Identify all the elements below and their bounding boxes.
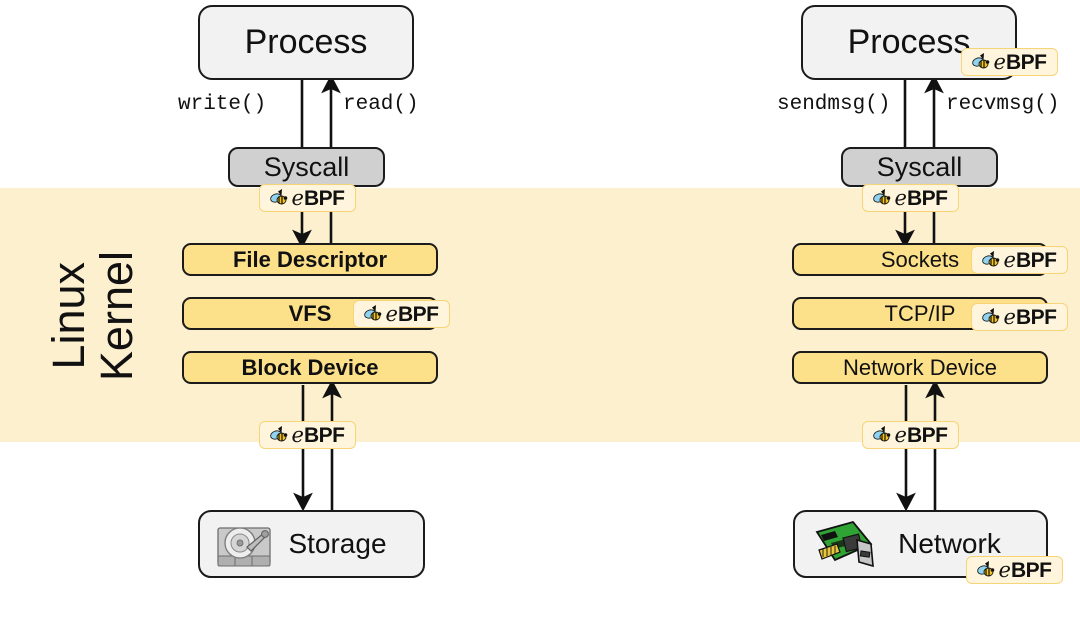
bee-icon (363, 305, 381, 321)
ebpf-badge-process-network[interactable]: e BPF (961, 48, 1058, 76)
kernel-box-block-device[interactable]: Block Device (182, 351, 438, 384)
bee-icon (872, 189, 890, 205)
bee-icon (981, 308, 999, 324)
diagram-canvas: Linux Kernel Process write() read() Sysc… (0, 0, 1080, 621)
ebpf-wordmark: e BPF (993, 49, 1047, 74)
ebpf-e: e (894, 422, 907, 447)
device-label: Storage (288, 528, 387, 559)
call-label-recvmsg: recvmsg() (946, 93, 1060, 116)
ebpf-bpf: BPF (1005, 50, 1047, 74)
ebpf-badge-tcp-ip[interactable]: e BPF (971, 303, 1068, 331)
ebpf-wordmark: e BPF (291, 185, 345, 210)
ebpf-e: e (1003, 247, 1016, 272)
ebpf-wordmark: e BPF (894, 422, 948, 447)
syscall-label: Syscall (876, 151, 963, 182)
ebpf-badge-sockets[interactable]: e BPF (971, 246, 1068, 274)
kernel-label-line-1: Linux (43, 262, 95, 370)
syscall-label: Syscall (263, 151, 350, 182)
ebpf-bpf: BPF (303, 423, 345, 447)
bee-icon (872, 426, 890, 442)
ebpf-badge-syscall-network[interactable]: e BPF (862, 184, 959, 212)
bee-icon (269, 426, 287, 442)
ebpf-bpf: BPF (906, 423, 948, 447)
bee-icon (269, 189, 287, 205)
ebpf-badge-vfs[interactable]: e BPF (353, 300, 450, 328)
kernel-label-line-2: Kernel (91, 250, 142, 382)
ebpf-wordmark: e BPF (998, 557, 1052, 582)
bee-icon (971, 53, 989, 69)
ebpf-wordmark: e BPF (1003, 247, 1057, 272)
process-label: Process (244, 23, 368, 61)
bee-icon (976, 561, 994, 577)
ebpf-wordmark: e BPF (291, 422, 345, 447)
call-label-read: read() (343, 93, 419, 116)
ebpf-e: e (291, 185, 304, 210)
ebpf-bpf: BPF (1015, 305, 1057, 329)
ebpf-bpf: BPF (397, 302, 439, 326)
call-label-sendmsg: sendmsg() (777, 93, 891, 116)
ebpf-bpf: BPF (1015, 248, 1057, 272)
ebpf-badge-syscall-storage[interactable]: e BPF (259, 184, 356, 212)
ebpf-e: e (894, 185, 907, 210)
ebpf-wordmark: e BPF (385, 301, 439, 326)
kernel-box-file-descriptor[interactable]: File Descriptor (182, 243, 438, 276)
process-label: Process (847, 23, 971, 61)
ebpf-e: e (291, 422, 304, 447)
network-card-icon (815, 520, 874, 568)
ebpf-e: e (998, 557, 1011, 582)
kernel-box-label: TCP/IP (884, 300, 956, 326)
ebpf-bpf: BPF (303, 186, 345, 210)
ebpf-e: e (993, 49, 1006, 74)
kernel-box-label: Block Device (241, 354, 379, 380)
syscall-box-storage[interactable]: Syscall (228, 147, 385, 187)
ebpf-bpf: BPF (906, 186, 948, 210)
ebpf-badge-block-to-storage[interactable]: e BPF (259, 421, 356, 449)
ebpf-wordmark: e BPF (894, 185, 948, 210)
hard-disk-icon (217, 527, 271, 567)
linux-kernel-label: Linux Kernel (18, 206, 168, 426)
ebpf-e: e (1003, 304, 1016, 329)
kernel-box-label: File Descriptor (232, 246, 388, 272)
ebpf-badge-network[interactable]: e BPF (966, 556, 1063, 584)
ebpf-bpf: BPF (1010, 558, 1052, 582)
kernel-box-label: VFS (288, 300, 332, 326)
kernel-box-label: Sockets (880, 246, 960, 272)
ebpf-e: e (385, 301, 398, 326)
call-label-write: write() (178, 93, 267, 116)
ebpf-wordmark: e BPF (1003, 304, 1057, 329)
kernel-box-network-device[interactable]: Network Device (792, 351, 1048, 384)
process-box-storage[interactable]: Process (198, 5, 414, 80)
kernel-box-label: Network Device (842, 354, 998, 380)
syscall-box-network[interactable]: Syscall (841, 147, 998, 187)
ebpf-badge-netdev-to-network[interactable]: e BPF (862, 421, 959, 449)
storage-device-box[interactable]: Storage (198, 510, 425, 578)
bee-icon (981, 251, 999, 267)
